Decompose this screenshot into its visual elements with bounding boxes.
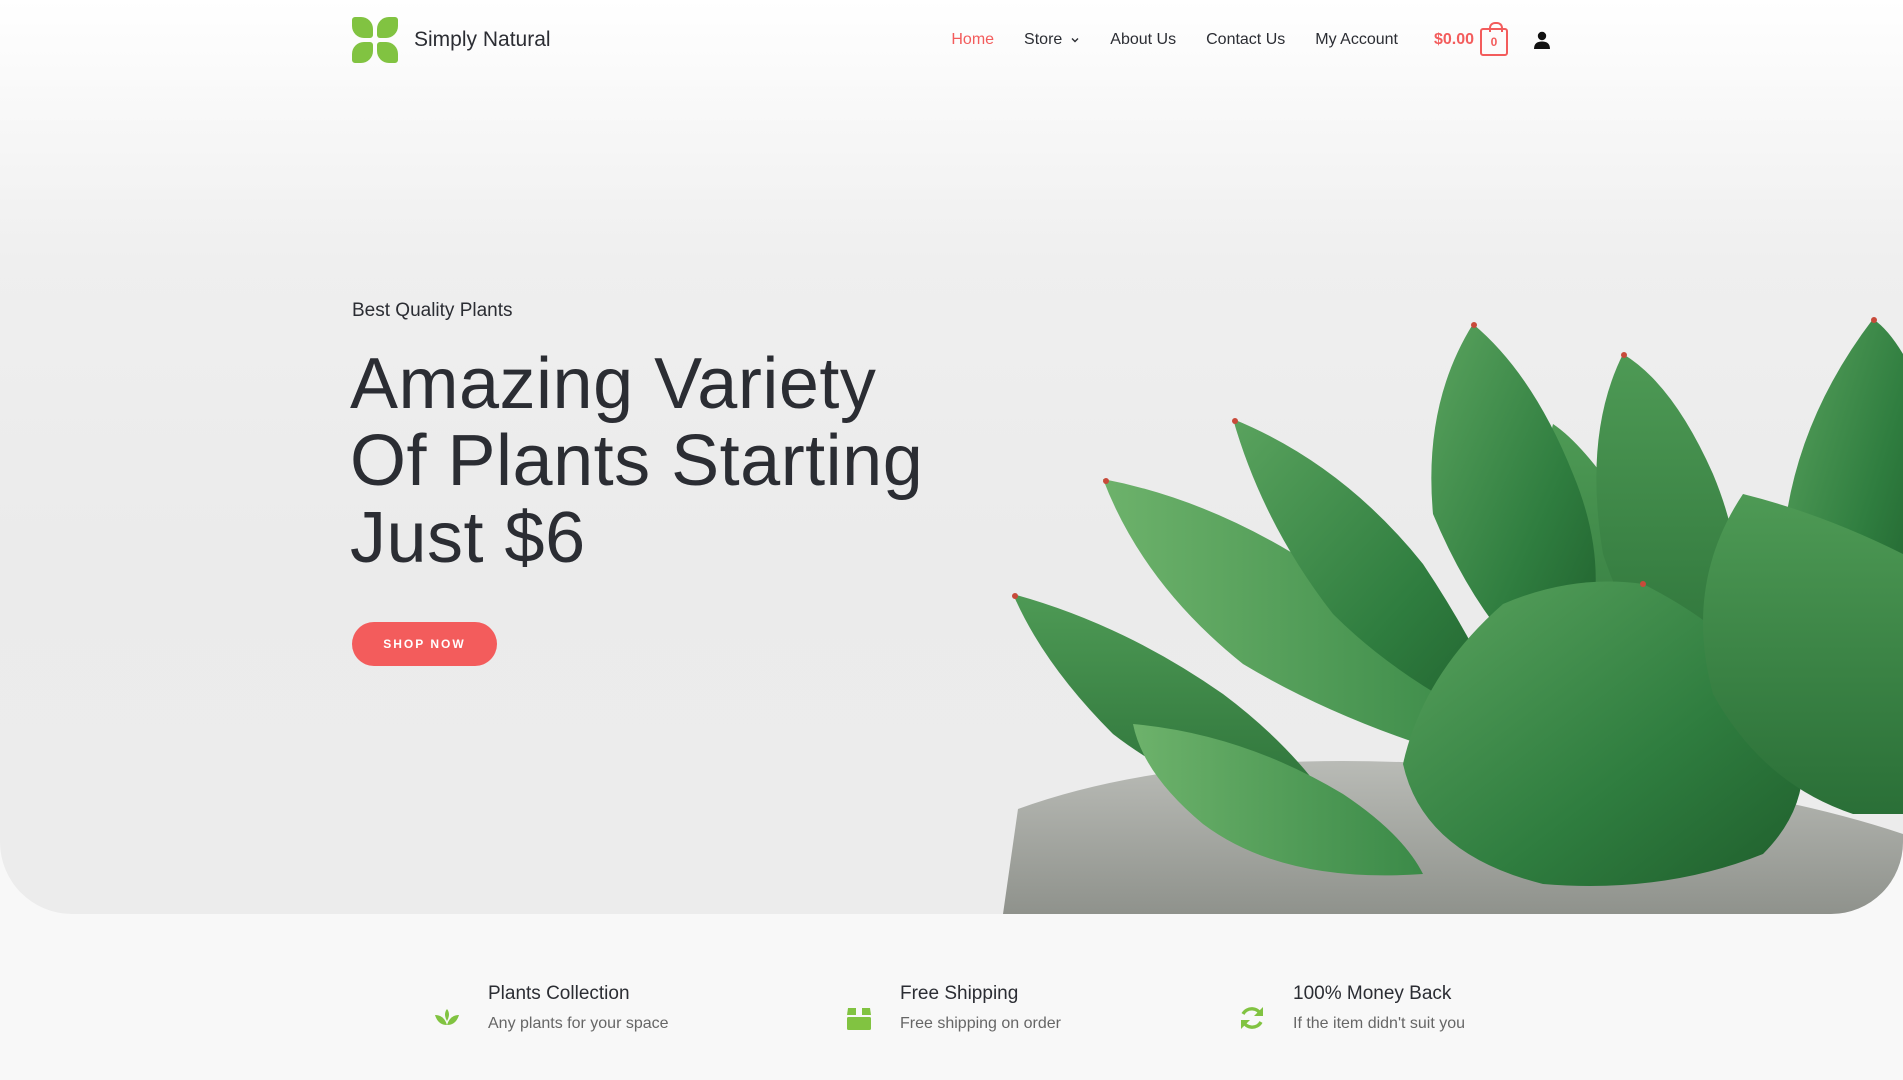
nav-item-home[interactable]: Home xyxy=(951,31,994,49)
hero-title-line: Of Plants Starting xyxy=(350,421,924,501)
succulent-plant-image xyxy=(1003,317,1903,914)
shop-now-button[interactable]: SHOP NOW xyxy=(352,622,497,666)
cart-total: $0.00 xyxy=(1433,31,1474,48)
feature-plants-collection: Plants Collection Any plants for your sp… xyxy=(432,979,669,1033)
feature-title: Plants Collection xyxy=(488,983,630,1004)
shopping-bag-icon: 0 xyxy=(1480,22,1508,56)
nav-item-store[interactable]: Store xyxy=(1024,31,1080,49)
nav-item-label: About Us xyxy=(1110,31,1177,48)
hero-title-line: Amazing Variety xyxy=(350,344,877,424)
hero-title-line: Just $6 xyxy=(350,498,586,578)
lotus-icon xyxy=(435,1009,459,1025)
feature-text: Free shipping on order xyxy=(900,1015,1061,1032)
chevron-down-icon xyxy=(1071,38,1079,43)
site-header: Simply Natural Home Store About Us Conta… xyxy=(352,14,1552,66)
feature-text: If the item didn't suit you xyxy=(1293,1015,1466,1032)
nav-item-label: Store xyxy=(1024,31,1063,48)
feature-free-shipping: Free Shipping Free shipping on order xyxy=(844,979,1061,1033)
user-icon[interactable] xyxy=(1532,30,1552,50)
feature-title: Free Shipping xyxy=(900,983,1019,1004)
hero-title: Amazing Variety Of Plants Starting Just … xyxy=(350,346,990,577)
box-icon xyxy=(847,1008,871,1030)
feature-text: Any plants for your space xyxy=(488,1015,669,1032)
site-logo[interactable]: Simply Natural xyxy=(352,17,551,63)
main-nav: Home Store About Us Contact Us My Accoun… xyxy=(921,22,1552,56)
features-strip: Plants Collection Any plants for your sp… xyxy=(0,914,1903,1080)
cart-count: 0 xyxy=(1490,35,1498,49)
cart-button[interactable]: $0.00 0 xyxy=(1433,22,1508,56)
hero-subtitle: Best Quality Plants xyxy=(352,300,513,321)
hero-section: Simply Natural Home Store About Us Conta… xyxy=(0,0,1903,914)
refresh-icon xyxy=(1241,1007,1263,1029)
nav-item-my-account[interactable]: My Account xyxy=(1315,31,1398,49)
nav-item-label: My Account xyxy=(1315,31,1398,48)
nav-item-about-us[interactable]: About Us xyxy=(1110,31,1176,49)
feature-money-back: 100% Money Back If the item didn't suit … xyxy=(1237,979,1465,1033)
feature-title: 100% Money Back xyxy=(1293,983,1452,1004)
logo-text: Simply Natural xyxy=(414,28,551,51)
nav-item-label: Home xyxy=(951,31,995,48)
leaf-logo-icon xyxy=(352,17,398,63)
nav-item-contact-us[interactable]: Contact Us xyxy=(1206,31,1285,49)
nav-item-label: Contact Us xyxy=(1206,31,1286,48)
